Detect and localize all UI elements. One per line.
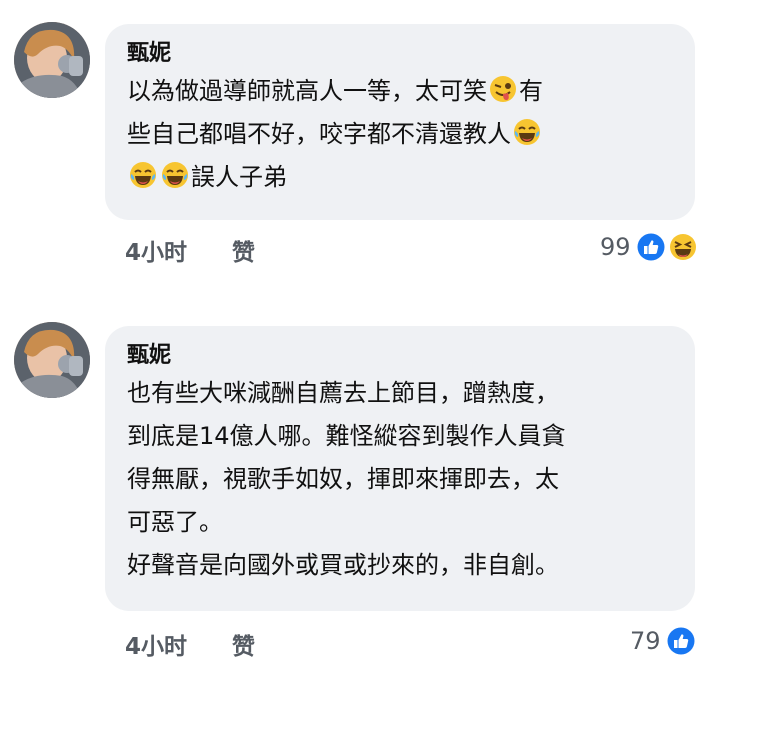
comment-text-part: 些自己都唱不好，咬字都不清還教人 (127, 120, 511, 148)
comment-text: 也有些大咪減酬自薦去上節目，蹭熱度， 到底是14億人哪。難怪縱容到製作人員貪 得… (127, 372, 673, 587)
comment-author[interactable]: 甄妮 (127, 340, 673, 372)
comment-text-part: 有 (519, 77, 543, 105)
like-icon[interactable] (637, 233, 665, 261)
comment-bubble: 甄妮 也有些大咪減酬自薦去上節目，蹭熱度， 到底是14億人哪。難怪縱容到製作人員… (105, 326, 695, 611)
comment-text-part: 誤人子弟 (191, 163, 287, 191)
comment-text-part: 以為做過導師就高人一等，太可笑 (127, 77, 487, 105)
winking-tongue-icon (489, 75, 517, 103)
comment-time[interactable]: 4小时 (125, 233, 187, 267)
comment-text-line: 到底是14億人哪。難怪縱容到製作人員貪 (127, 422, 566, 450)
avatar[interactable] (14, 22, 90, 98)
haha-icon[interactable] (669, 233, 697, 261)
avatar[interactable] (14, 322, 90, 398)
comment-author[interactable]: 甄妮 (127, 38, 673, 70)
comment-text-line: 也有些大咪減酬自薦去上節目，蹭熱度， (127, 379, 559, 407)
comment-text-line: 得無厭，視歌手如奴，揮即來揮即去，太 (127, 465, 559, 493)
comment-text-line: 可惡了。 (127, 508, 223, 536)
like-button[interactable]: 赞 (232, 233, 255, 267)
comment-time[interactable]: 4小时 (125, 627, 187, 661)
comment-text-line: 好聲音是向國外或買或抄來的，非自創。 (127, 551, 559, 579)
laughing-tears-icon (161, 161, 189, 189)
comment-bubble: 甄妮 以為做過導師就高人一等，太可笑 有 些自己都唱不好，咬字都不清還教人 誤人子… (105, 24, 695, 220)
reaction-count[interactable]: 99 (600, 233, 631, 261)
like-icon[interactable] (667, 627, 695, 655)
laughing-tears-icon (513, 118, 541, 146)
like-button[interactable]: 赞 (232, 627, 255, 661)
comment-text: 以為做過導師就高人一等，太可笑 有 些自己都唱不好，咬字都不清還教人 誤人子弟 (127, 70, 673, 199)
laughing-tears-icon (129, 161, 157, 189)
reaction-count[interactable]: 79 (630, 627, 661, 655)
